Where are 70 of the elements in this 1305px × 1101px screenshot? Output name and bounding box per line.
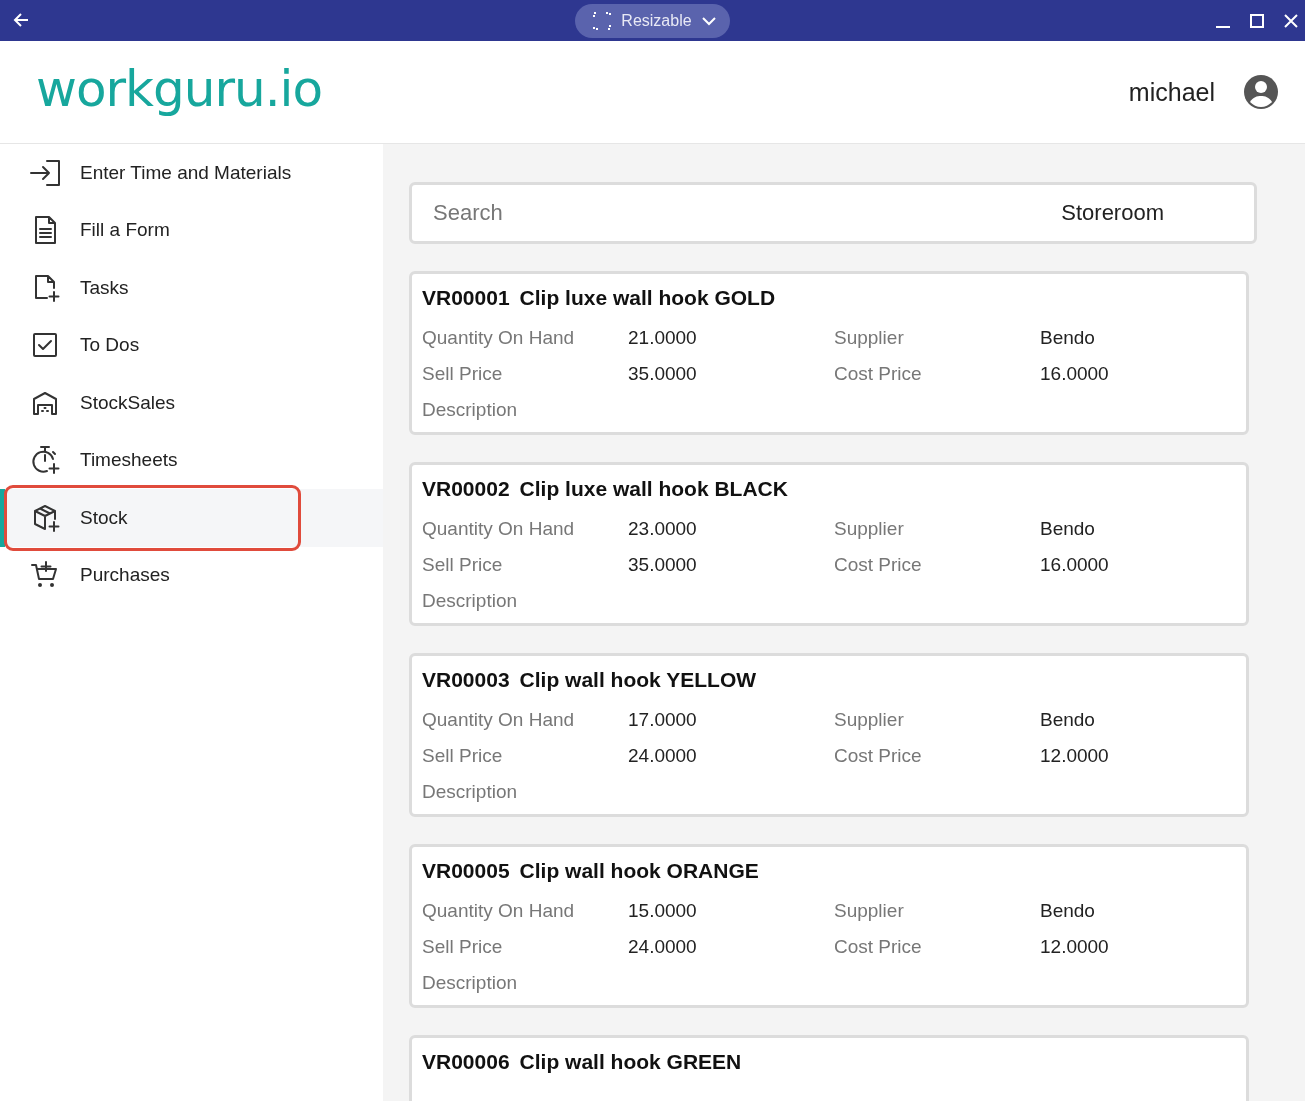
field-value: 35.0000 <box>628 362 698 386</box>
field-label: Sell Price <box>422 744 504 768</box>
field-value: 12.0000 <box>1040 935 1110 959</box>
search-input[interactable]: Search <box>431 199 1062 227</box>
back-icon[interactable] <box>12 11 30 29</box>
field-value: 15.0000 <box>628 899 698 923</box>
sidebar-item[interactable]: StockSales <box>0 374 383 432</box>
field-label: Supplier <box>834 517 905 541</box>
field-label: Description <box>422 398 519 422</box>
field-label: Supplier <box>834 899 905 923</box>
account-icon[interactable] <box>1243 74 1279 110</box>
maximize-icon[interactable] <box>1249 12 1265 29</box>
field-label: Quantity On Hand <box>422 708 576 732</box>
field-label: Cost Price <box>834 935 923 959</box>
resize-icon <box>593 11 612 30</box>
item-code: VR00005 <box>422 859 510 884</box>
field-value: 23.0000 <box>628 517 698 541</box>
field-label: Cost Price <box>834 362 923 386</box>
sidebar-item[interactable]: Enter Time and Materials <box>0 144 383 202</box>
field-label: Description <box>422 971 519 995</box>
field-label: Description <box>422 780 519 804</box>
field-label: Sell Price <box>422 553 504 577</box>
field-label: Sell Price <box>422 935 504 959</box>
stock-card[interactable]: VR00001 Clip luxe wall hook GOLD Quantity On Hand 21.0000 Supplier Bendo Sell Price 35.0000 Cost Price 16.0000 Description <box>409 271 1249 435</box>
field-label: Sell Price <box>422 362 504 386</box>
item-code: VR00001 <box>422 286 510 311</box>
item-name: Clip wall hook YELLOW <box>519 668 757 693</box>
field-value: Bendo <box>1040 708 1096 732</box>
sidebar-item[interactable]: To Dos <box>0 316 383 374</box>
chevron-down-icon <box>701 15 716 26</box>
user-name: michael <box>1128 77 1215 107</box>
sidebar-item[interactable]: Tasks <box>0 259 383 317</box>
item-name: Clip luxe wall hook GOLD <box>519 286 776 311</box>
search-field[interactable]: Search Storeroom <box>409 182 1257 244</box>
field-value: 17.0000 <box>628 708 698 732</box>
field-value: 24.0000 <box>628 935 698 959</box>
field-value: Bendo <box>1040 899 1096 923</box>
field-value: 24.0000 <box>628 744 698 768</box>
sidebar-item[interactable]: Purchases <box>0 546 383 604</box>
field-label: Quantity On Hand <box>422 326 576 350</box>
item-name: Clip luxe wall hook BLACK <box>519 477 788 502</box>
close-icon[interactable] <box>1283 12 1299 29</box>
field-value: 16.0000 <box>1040 553 1110 577</box>
stock-card[interactable]: VR00006 Clip wall hook GREEN <box>409 1035 1249 1101</box>
stock-card[interactable]: VR00003 Clip wall hook YELLOW Quantity On Hand 17.0000 Supplier Bendo Sell Price 24.0000 Cost Price 12.0000 Description <box>409 653 1249 817</box>
field-value: Bendo <box>1040 326 1096 350</box>
field-label: Supplier <box>834 326 905 350</box>
field-label: Cost Price <box>834 744 923 768</box>
item-name: Clip wall hook ORANGE <box>519 859 759 884</box>
sidebar-item[interactable]: Fill a Form <box>0 201 383 259</box>
field-value: 16.0000 <box>1040 362 1110 386</box>
field-value: 12.0000 <box>1040 744 1110 768</box>
logo: workguru.io <box>36 60 323 118</box>
field-value: 21.0000 <box>628 326 698 350</box>
item-code: VR00006 <box>422 1050 510 1075</box>
field-label: Description <box>422 589 519 613</box>
item-name: Clip wall hook GREEN <box>519 1050 742 1075</box>
resize-mode-button[interactable]: Resizable <box>575 3 730 38</box>
field-label: Quantity On Hand <box>422 517 576 541</box>
item-code: VR00003 <box>422 668 510 693</box>
field-label: Quantity On Hand <box>422 899 576 923</box>
field-label: Supplier <box>834 708 905 732</box>
field-value: 35.0000 <box>628 553 698 577</box>
stock-card[interactable]: VR00002 Clip luxe wall hook BLACK Quantity On Hand 23.0000 Supplier Bendo Sell Price 35.0000 Cost Price 16.0000 Description <box>409 462 1249 626</box>
field-value: Bendo <box>1040 517 1096 541</box>
stock-card[interactable]: VR00005 Clip wall hook ORANGE Quantity On Hand 15.0000 Supplier Bendo Sell Price 24.0000 Cost Price 12.0000 Description <box>409 844 1249 1008</box>
field-label: Cost Price <box>834 553 923 577</box>
sidebar-item[interactable]: Timesheets <box>0 431 383 489</box>
item-code: VR00002 <box>422 477 510 502</box>
storeroom-label: Storeroom <box>1061 200 1164 226</box>
